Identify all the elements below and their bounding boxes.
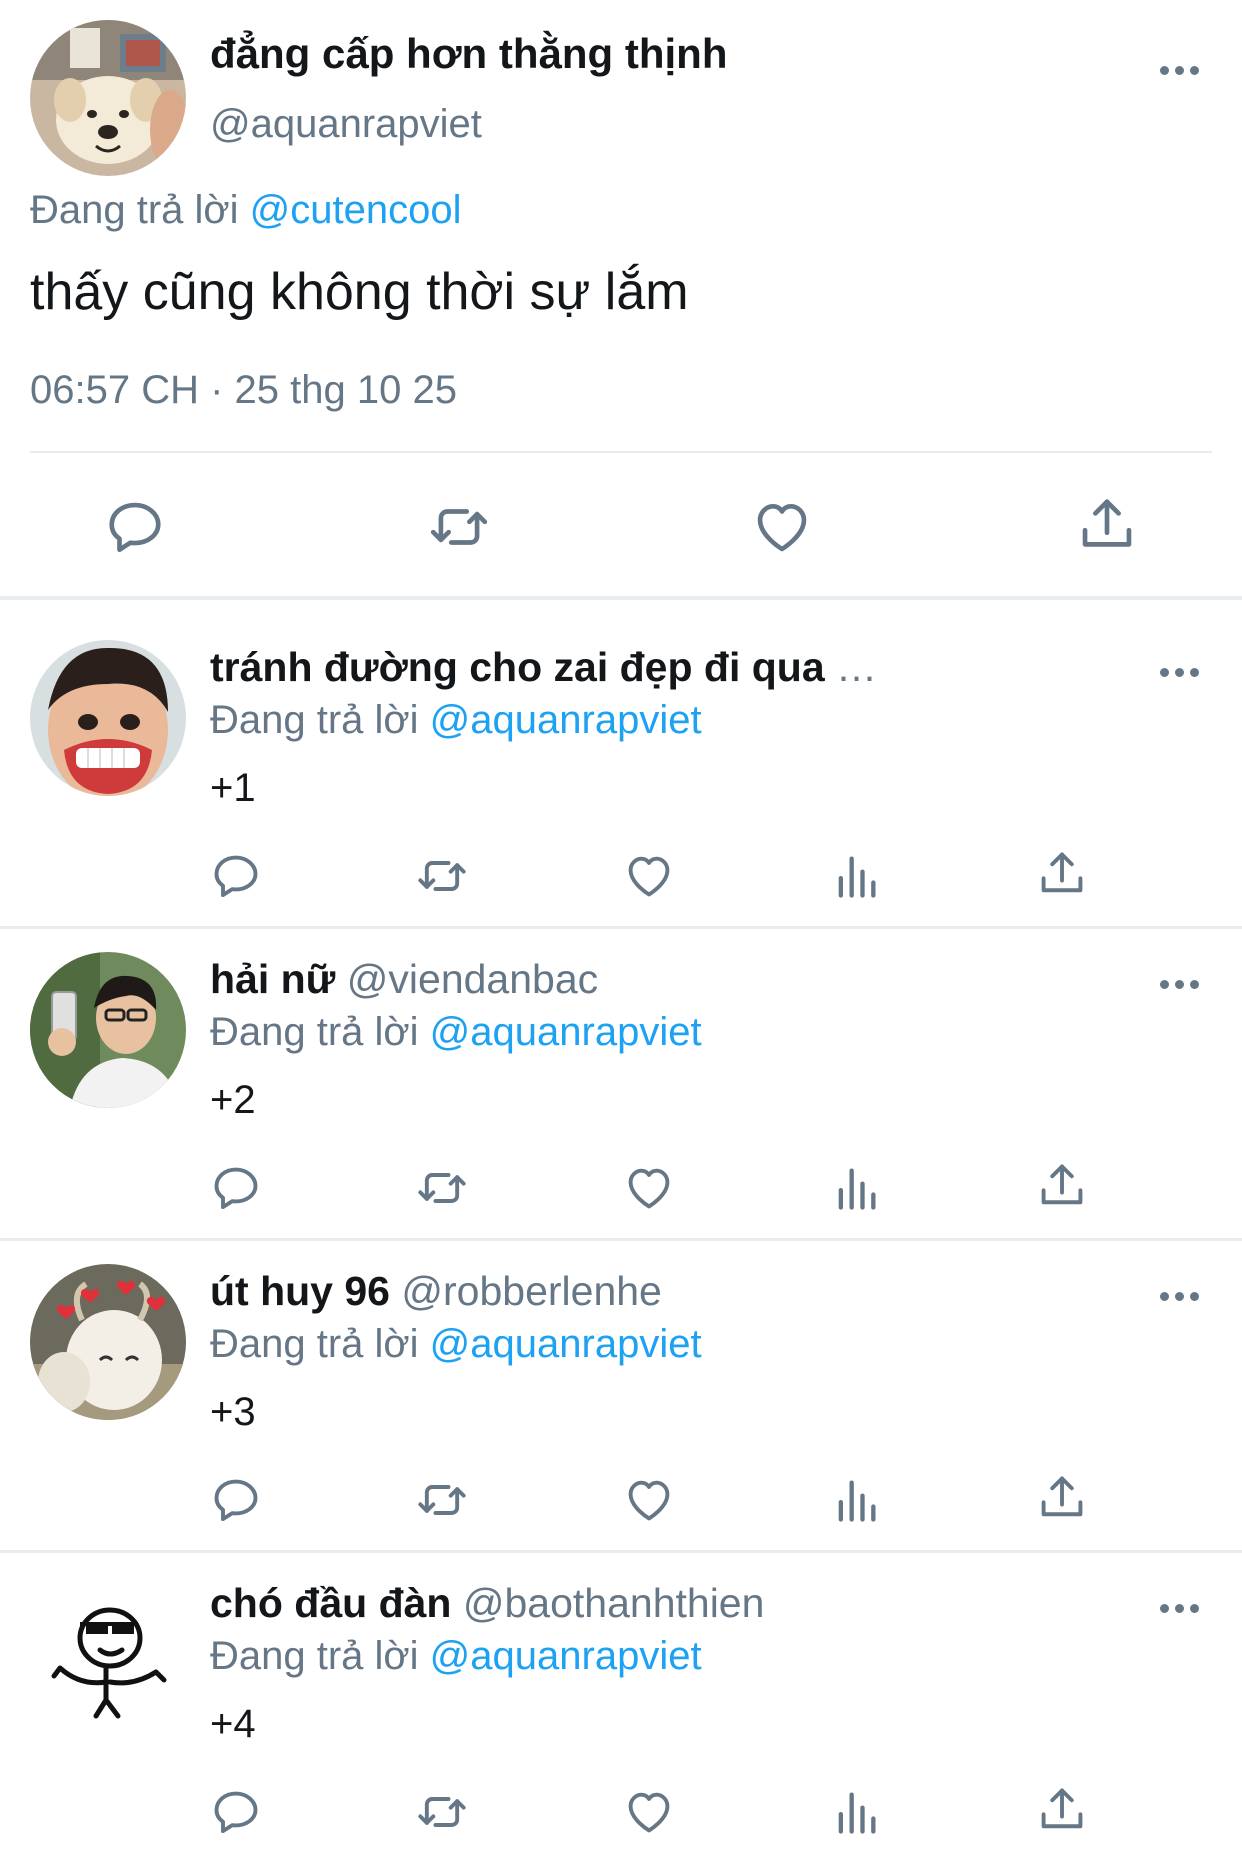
stick-figure-avatar-image <box>30 1576 186 1732</box>
retweet-icon[interactable] <box>412 1786 472 1838</box>
avatar[interactable] <box>30 640 186 796</box>
avatar[interactable] <box>30 20 186 176</box>
share-icon[interactable] <box>1036 1784 1088 1836</box>
replying-label: Đang trả lời <box>210 1634 419 1678</box>
share-icon[interactable] <box>1076 494 1138 556</box>
display-name-text: chó đầu đàn <box>210 1580 452 1626</box>
replying-to-link[interactable]: @cutencool <box>250 188 462 232</box>
avatar[interactable] <box>30 952 186 1108</box>
replying-to-link[interactable]: @aquanrapviet <box>430 1634 702 1678</box>
replying-to-line: Đang trả lời @aquanrapviet <box>210 1010 702 1055</box>
divider <box>30 451 1212 453</box>
handle: @robberlenhe <box>401 1268 662 1314</box>
reply-tweet[interactable]: tránh đường cho zai đẹp đi qua … Đang tr… <box>0 600 1242 910</box>
goat-avatar-image <box>30 1264 186 1420</box>
display-name[interactable]: đẳng cấp hơn thằng thịnh <box>210 30 727 78</box>
man-avatar-image <box>30 952 186 1108</box>
display-name[interactable]: chó đầu đàn @baothanhthien <box>210 1580 764 1627</box>
tweet-text: +2 <box>210 1078 256 1122</box>
display-name[interactable]: tránh đường cho zai đẹp đi qua … <box>210 644 877 691</box>
more-options-icon[interactable] <box>1160 1604 1204 1616</box>
avatar[interactable] <box>30 1576 186 1732</box>
share-icon[interactable] <box>1036 848 1088 900</box>
tweet-text: +1 <box>210 766 256 810</box>
share-icon[interactable] <box>1036 1472 1088 1524</box>
tweet-timestamp[interactable]: 06:57 CH · 25 thg 10 25 <box>30 368 457 413</box>
handle[interactable]: @aquanrapviet <box>210 102 482 147</box>
avatar[interactable] <box>30 1264 186 1420</box>
analytics-icon[interactable] <box>830 1162 882 1214</box>
replying-to-link[interactable]: @aquanrapviet <box>430 1010 702 1054</box>
retweet-icon[interactable] <box>412 850 472 902</box>
reply-tweet[interactable]: chó đầu đàn @baothanhthien Đang trả lời … <box>0 1536 1242 1846</box>
reply-tweet[interactable]: hải nữ @viendanbac Đang trả lời @aquanra… <box>0 912 1242 1222</box>
display-name[interactable]: út huy 96 @robberlenhe <box>210 1268 662 1315</box>
retweet-icon[interactable] <box>412 1162 472 1214</box>
reply-tweet[interactable]: út huy 96 @robberlenhe Đang trả lời @aqu… <box>0 1224 1242 1534</box>
like-icon[interactable] <box>623 1786 675 1838</box>
more-options-icon[interactable] <box>1160 980 1204 992</box>
display-name-text: hải nữ <box>210 956 336 1002</box>
tweet-text: +3 <box>210 1390 256 1434</box>
retweet-icon[interactable] <box>424 496 494 558</box>
puppy-avatar-image <box>30 20 186 176</box>
analytics-icon[interactable] <box>830 1474 882 1526</box>
main-tweet: đẳng cấp hơn thằng thịnh @aquanrapviet Đ… <box>0 0 1242 596</box>
replying-to-line: Đang trả lời @cutencool <box>30 188 462 233</box>
replying-label: Đang trả lời <box>210 698 419 742</box>
more-options-icon[interactable] <box>1160 668 1204 680</box>
share-icon[interactable] <box>1036 1160 1088 1212</box>
reply-icon[interactable] <box>104 496 166 558</box>
handle: @baothanhthien <box>462 1580 765 1626</box>
replying-label: Đang trả lời <box>210 1322 419 1366</box>
like-icon[interactable] <box>623 1474 675 1526</box>
more-options-icon[interactable] <box>1160 66 1204 78</box>
like-icon[interactable] <box>751 496 813 558</box>
replying-to-line: Đang trả lời @aquanrapviet <box>210 1634 702 1679</box>
analytics-icon[interactable] <box>830 1786 882 1838</box>
replying-to-line: Đang trả lời @aquanrapviet <box>210 698 702 743</box>
display-name[interactable]: hải nữ @viendanbac <box>210 956 598 1003</box>
analytics-icon[interactable] <box>830 850 882 902</box>
reply-icon[interactable] <box>210 1786 262 1838</box>
handle: @viendanbac <box>346 956 599 1002</box>
more-options-icon[interactable] <box>1160 1292 1204 1304</box>
face-avatar-image <box>30 640 186 796</box>
tweet-text: +4 <box>210 1702 256 1746</box>
reply-icon[interactable] <box>210 1474 262 1526</box>
replying-label: Đang trả lời <box>30 188 239 232</box>
retweet-icon[interactable] <box>412 1474 472 1526</box>
reply-icon[interactable] <box>210 1162 262 1214</box>
display-name-text: tránh đường cho zai đẹp đi qua <box>210 644 825 690</box>
like-icon[interactable] <box>623 1162 675 1214</box>
replying-to-link[interactable]: @aquanrapviet <box>430 698 702 742</box>
tweet-text: thấy cũng không thời sự lắm <box>30 263 689 321</box>
display-name-text: út huy 96 <box>210 1268 390 1314</box>
replying-to-line: Đang trả lời @aquanrapviet <box>210 1322 702 1367</box>
like-icon[interactable] <box>623 850 675 902</box>
replying-label: Đang trả lời <box>210 1010 419 1054</box>
replying-to-link[interactable]: @aquanrapviet <box>430 1322 702 1366</box>
reply-icon[interactable] <box>210 850 262 902</box>
handle: … <box>836 644 878 690</box>
